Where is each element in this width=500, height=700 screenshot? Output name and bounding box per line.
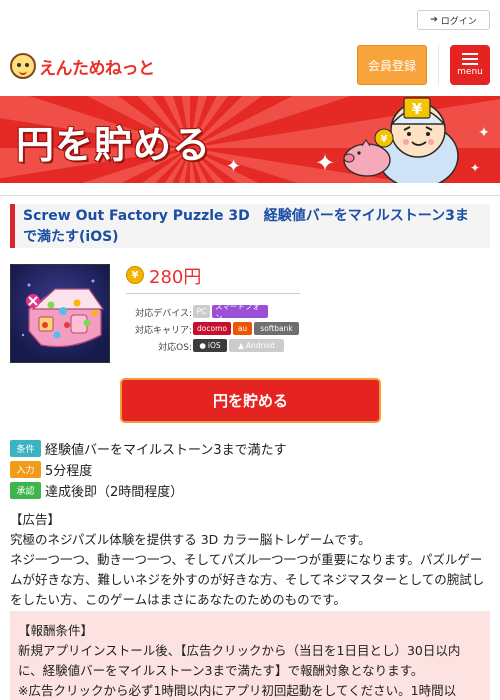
mascot-with-piggy-bank-icon: ¥ ¥ — [343, 97, 459, 183]
offer-title-box: Screw Out Factory Puzzle 3D 経験値バーをマイルストー… — [10, 204, 490, 248]
os-tag-android: ▲ Android — [229, 339, 284, 352]
sparkle-icon: ✦ — [315, 149, 336, 177]
reward-conditions-box: 【報酬条件】 新規アプリインストール後、【広告クリックから（当日を1日目とし）3… — [10, 611, 490, 700]
condition-badge: 条件 — [10, 440, 41, 457]
carrier-tag-docomo: docomo — [193, 322, 231, 335]
ad-line: ネジ一つ一つ、動き一つ一つ、そしてパズル一つ一つが重要になります。パズルゲームが… — [10, 552, 485, 607]
ad-description: 【広告】 究極のネジパズル体験を提供する 3D カラー脳トレゲームです。 ネジ一… — [10, 510, 492, 610]
site-logo[interactable]: えんためねっと — [10, 53, 155, 79]
login-label: ログイン — [440, 16, 477, 27]
toy-house-icon — [21, 279, 105, 348]
condition-text: 経験値バーをマイルストーン3まで満たす — [45, 443, 287, 458]
reward-conditions-line: 新規アプリインストール後、【広告クリックから（当日を1日目とし）30日以内に、経… — [18, 643, 461, 678]
ad-line: 究極のネジパズル体験を提供する 3D カラー脳トレゲームです。 — [10, 532, 371, 547]
reward-conditions-heading: 【報酬条件】 — [18, 623, 94, 638]
android-icon: ▲ — [238, 341, 244, 350]
reward-amount: 280円 — [149, 267, 202, 288]
condition-row: 条件 経験値バーをマイルストーン3まで満たす — [10, 439, 287, 458]
sparkle-icon: ✦ — [226, 156, 242, 177]
carrier-label: 対応キャリア: — [134, 326, 192, 336]
device-tag-pc: PC — [193, 305, 210, 318]
divider — [0, 195, 500, 196]
banner-title: 円を貯める — [16, 123, 212, 167]
brand-name: えんためねっと — [39, 58, 155, 79]
svg-text:¥: ¥ — [412, 100, 423, 118]
hamburger-icon — [462, 53, 478, 65]
input-badge: 入力 — [10, 461, 41, 478]
approval-text: 達成後即（2時間程度） — [45, 485, 184, 500]
device-tag-smartphone: スマートフォン — [212, 302, 268, 322]
reward-underline — [126, 293, 300, 294]
os-tag-ios: ● iOS — [193, 339, 227, 352]
mascot-face-icon — [10, 53, 36, 79]
reward-conditions-line: ※広告クリックから必ず1時間以内にアプリ初回起動をしてください。1時間以 — [18, 683, 457, 698]
carrier-tag-au: au — [233, 322, 252, 335]
apple-icon: ● — [199, 341, 206, 350]
ad-heading: 【広告】 — [10, 512, 61, 527]
os-label: 対応OS: — [158, 343, 192, 353]
login-arrow-icon: ➔ — [430, 15, 438, 25]
input-time-text: 5分程度 — [45, 464, 93, 479]
device-label: 対応デバイス: — [135, 309, 192, 319]
menu-label: menu — [457, 67, 483, 77]
input-time-row: 入力 5分程度 — [10, 460, 92, 479]
menu-button[interactable]: menu — [450, 45, 490, 85]
register-button[interactable]: 会員登録 — [357, 45, 427, 85]
svg-text:¥: ¥ — [381, 134, 388, 145]
header-divider — [438, 45, 439, 85]
app-icon-image — [10, 264, 110, 363]
earn-yen-button[interactable]: 円を貯める — [120, 378, 381, 423]
carrier-tag-softbank: softbank — [254, 322, 299, 335]
approval-badge: 承認 — [10, 482, 41, 499]
login-button[interactable]: ➔ ログイン — [417, 10, 490, 30]
offer-title: Screw Out Factory Puzzle 3D 経験値バーをマイルストー… — [23, 208, 469, 245]
coin-icon: ¥ — [126, 266, 144, 284]
approval-row: 承認 達成後即（2時間程度） — [10, 481, 183, 500]
hero-banner: 円を貯める ✦ ✦ ✦ ✦ ¥ ¥ — [0, 96, 500, 183]
